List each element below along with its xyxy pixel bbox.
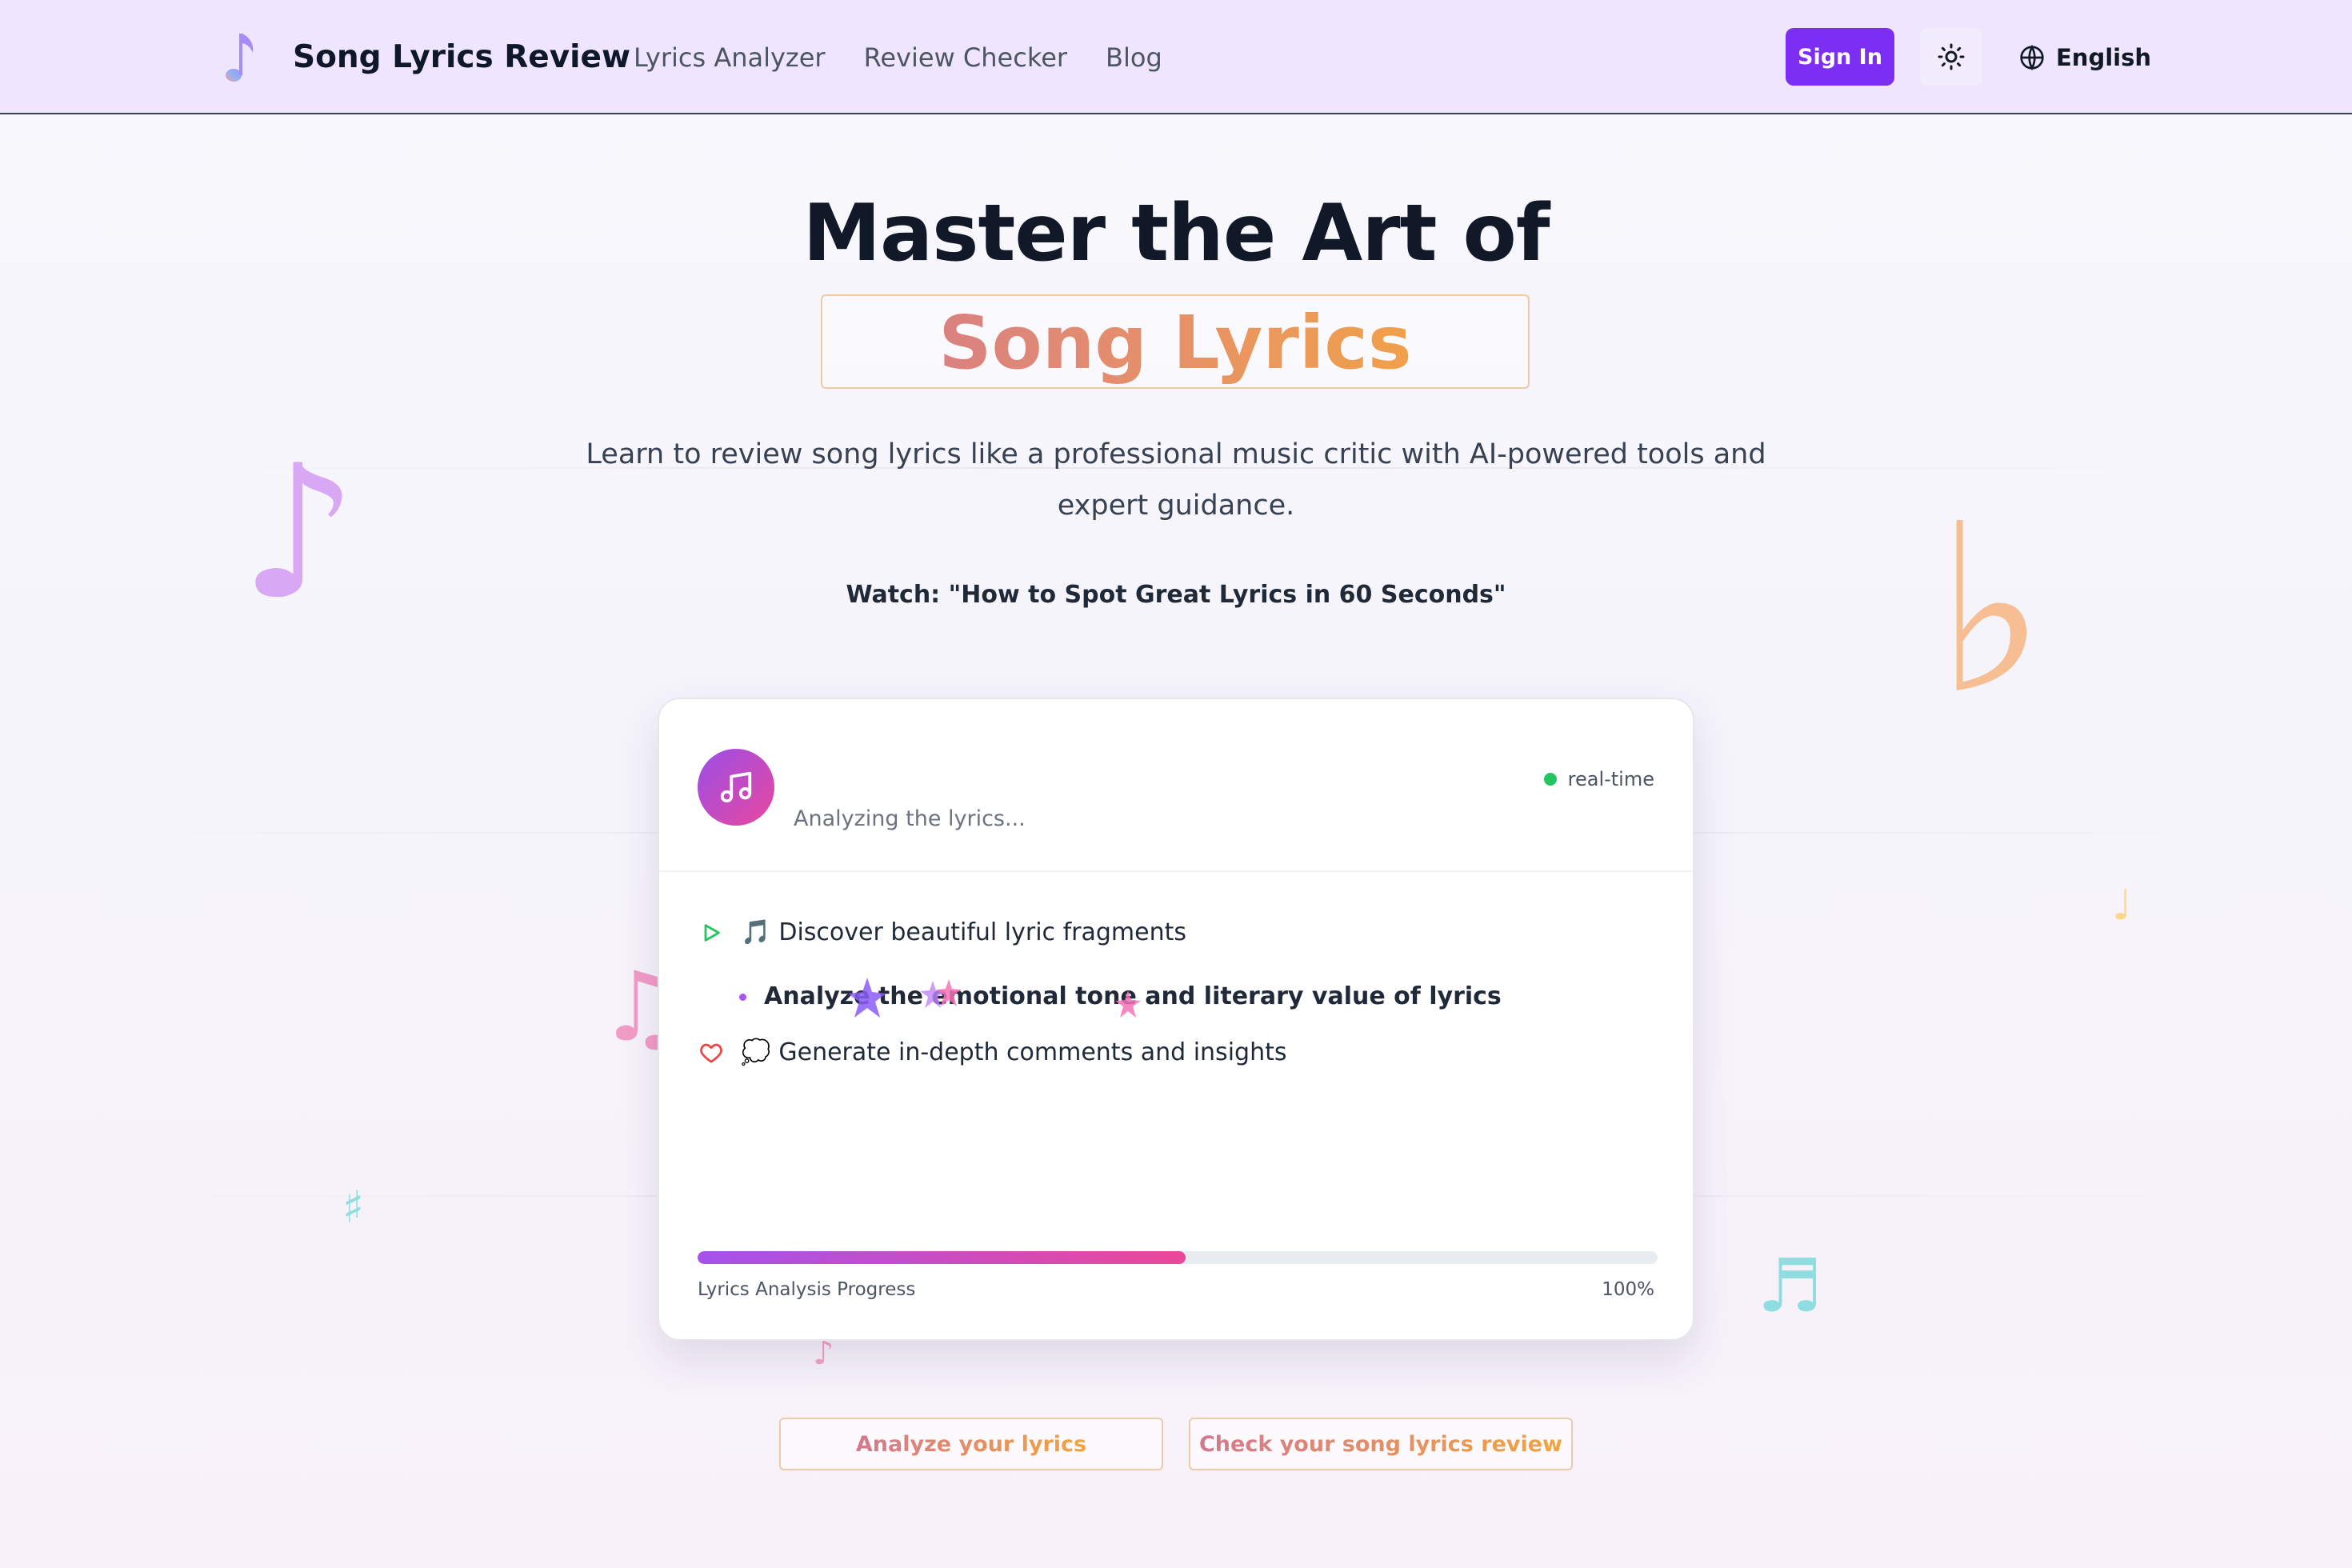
music-note-logo-icon[interactable] bbox=[222, 29, 264, 86]
lyrics-analysis-card: Analyzing the lyrics... real-time 🎵 Disc… bbox=[658, 698, 1694, 1341]
nav-link-lyrics-analyzer[interactable]: Lyrics Analyzer bbox=[634, 35, 826, 80]
video-title[interactable]: Watch: "How to Spot Great Lyrics in 60 S… bbox=[0, 576, 2352, 614]
sparkles-decoration bbox=[848, 978, 1141, 1018]
language-label: English bbox=[2056, 44, 2152, 71]
sign-in-button[interactable]: Sign In bbox=[1786, 28, 1894, 86]
step-row: 💭 Generate in-depth comments and insight… bbox=[698, 1035, 1286, 1070]
progress-value: 100% bbox=[1602, 1279, 1654, 1300]
language-selector[interactable]: English bbox=[2019, 35, 2151, 80]
step-text: Generate in-depth comments and insights bbox=[778, 1038, 1287, 1066]
progress-fill bbox=[698, 1251, 1186, 1264]
step-text: Discover beautiful lyric fragments bbox=[778, 918, 1186, 946]
realtime-indicator: real-time bbox=[1543, 768, 1654, 790]
check-review-button[interactable]: Check your song lyrics review bbox=[1189, 1418, 1573, 1470]
nav-link-review-checker[interactable]: Review Checker bbox=[864, 35, 1067, 80]
decor-beamed-notes-teal: ♬ bbox=[1757, 1243, 1823, 1329]
step-emoji: 💭 bbox=[741, 1038, 771, 1066]
globe-icon bbox=[2020, 45, 2044, 70]
card-divider bbox=[659, 870, 1693, 872]
nav-link-blog[interactable]: Blog bbox=[1106, 35, 1162, 80]
bullet-icon bbox=[739, 993, 746, 1001]
decor-quarter-note-yellow: ♩ bbox=[2112, 882, 2132, 930]
analyze-lyrics-label: Analyze your lyrics bbox=[855, 1431, 1087, 1457]
decor-small-note-pink: ♪ bbox=[813, 1333, 834, 1372]
card-avatar bbox=[698, 749, 774, 826]
heart-icon bbox=[698, 1039, 725, 1066]
nav-links: Lyrics Analyzer Review Checker Blog bbox=[634, 35, 1162, 80]
check-review-label: Check your song lyrics review bbox=[1198, 1431, 1562, 1457]
realtime-label: real-time bbox=[1567, 768, 1654, 790]
hero-highlight-box: Song Lyrics Review bbox=[821, 294, 1530, 480]
analysis-status-text: Analyzing the lyrics... bbox=[794, 806, 1026, 831]
step-row: 🎵 Discover beautiful lyric fragments bbox=[698, 915, 1186, 950]
decor-sharp-teal: ♯ bbox=[342, 1182, 365, 1234]
hero-subtitle: Learn to review song lyrics like a profe… bbox=[586, 438, 1766, 522]
sun-icon bbox=[1938, 43, 1965, 70]
music-notes-icon bbox=[720, 771, 752, 803]
brand-name[interactable]: Song Lyrics Review bbox=[293, 35, 630, 80]
hero-title: Master the Art of bbox=[802, 188, 1550, 279]
progress-label: Lyrics Analysis Progress bbox=[698, 1279, 916, 1300]
top-navbar: Song Lyrics Review Lyrics Analyzer Revie… bbox=[0, 0, 2352, 114]
theme-toggle-button[interactable] bbox=[1920, 28, 1982, 86]
analyze-lyrics-button[interactable]: Analyze your lyrics bbox=[779, 1418, 1163, 1470]
hero-highlight-text: Song Lyrics Review bbox=[822, 296, 1528, 480]
step-emoji: 🎵 bbox=[741, 918, 771, 946]
play-icon bbox=[698, 919, 725, 946]
progress-bar bbox=[698, 1251, 1658, 1264]
live-dot bbox=[1543, 773, 1557, 786]
